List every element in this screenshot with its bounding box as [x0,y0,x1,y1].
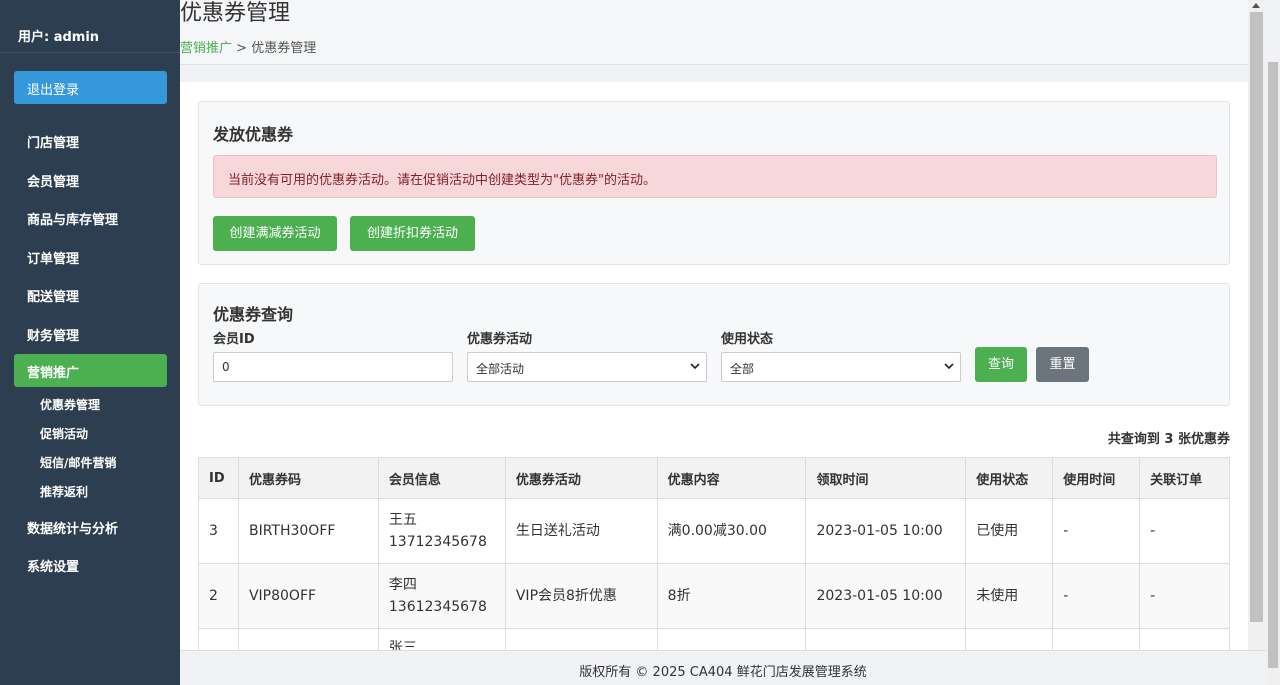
cell-activity: VIP会员8折优惠 [504,563,658,629]
cell-member: 张三 [377,628,506,650]
cell-time [805,628,967,650]
activity-label: 优惠券活动 [467,332,533,347]
member-name: 王五 [388,512,417,528]
create-full-reduce-button[interactable]: 创建满减券活动 [213,216,337,251]
result-count-prefix: 共查询到 [1107,432,1160,447]
sidebar-item-store[interactable]: 门店管理 [0,120,180,159]
result-count-number: 3 [1164,432,1174,447]
cell-order: - [1139,563,1230,629]
sidebar-item-order[interactable]: 订单管理 [0,236,180,275]
cell-used-time: - [1052,563,1141,629]
cell-member: 李四 13612345678 [377,563,506,629]
cell-id: 2 [198,563,239,629]
cell-code [237,628,379,650]
chevron-down-icon [690,363,700,370]
cell-id: 3 [198,498,239,564]
column-header-used-time: 使用时间 [1052,457,1141,499]
breadcrumb-current: 优惠券管理 [251,41,317,56]
cell-code: VIP80OFF [237,563,379,629]
logout-button[interactable]: 退出登录 [14,71,167,104]
column-header-member: 会员信息 [377,457,506,499]
inner-scrollbar[interactable] [1248,0,1265,650]
status-label: 使用状态 [721,332,774,347]
table-row: 张三 [198,628,1230,650]
cell-content [656,628,807,650]
search-button[interactable]: 查询 [975,347,1027,382]
member-phone: 13612345678 [388,599,487,615]
coupon-query-title: 优惠券查询 [213,305,294,324]
status-select[interactable]: 全部 [721,352,961,382]
cell-status [965,628,1054,650]
page-scroll-thumb[interactable] [1268,62,1278,668]
sidebar-menu: 门店管理 会员管理 商品与库存管理 订单管理 配送管理 财务管理 营销推广 优惠… [0,120,180,583]
sidebar-subitem-referral[interactable]: 推荐返利 [0,477,180,506]
breadcrumb: 营销推广 > 优惠券管理 [180,37,316,56]
cell-code: BIRTH30OFF [237,498,379,564]
column-header-content: 优惠内容 [656,457,807,499]
column-header-status: 使用状态 [965,457,1054,499]
issue-coupon-title: 发放优惠券 [213,125,294,144]
activity-select-value: 全部活动 [476,362,525,376]
sidebar-item-settings[interactable]: 系统设置 [0,544,180,583]
column-header-activity: 优惠券活动 [504,457,658,499]
column-header-id: ID [198,457,239,499]
page-title: 优惠券管理 [180,1,291,26]
cell-activity: 生日送礼活动 [504,498,658,564]
member-name: 李四 [388,577,417,593]
cell-order [1139,628,1230,650]
cell-order: - [1139,498,1230,564]
cell-used-time: - [1052,498,1141,564]
main-content: 发放优惠券 当前没有可用的优惠券活动。请在促销活动中创建类型为"优惠券"的活动。… [180,82,1248,650]
coupon-query-card: 优惠券查询 会员ID 0 优惠券活动 全部活动 使用状态 全部 查询 重置 [198,283,1230,406]
column-header-order: 关联订单 [1139,457,1230,499]
sidebar-subitem-coupon[interactable]: 优惠券管理 [0,390,180,419]
coupon-table: ID 优惠券码 会员信息 优惠券活动 优惠内容 领取时间 使用状态 使用时间 关… [198,457,1230,650]
cell-activity [504,628,658,650]
create-discount-button[interactable]: 创建折扣券活动 [350,216,475,251]
page-header: 优惠券管理 营销推广 > 优惠券管理 [180,0,1248,65]
column-header-time: 领取时间 [805,457,967,499]
cell-time: 2023-01-05 10:00 [805,498,967,564]
sidebar-item-marketing[interactable]: 营销推广 [14,353,167,387]
member-name: 张三 [388,640,417,650]
sidebar: 用户: admin 退出登录 门店管理 会员管理 商品与库存管理 订单管理 配送… [0,0,180,685]
cell-content: 8折 [656,563,807,629]
table-header-row: ID 优惠券码 会员信息 优惠券活动 优惠内容 领取时间 使用状态 使用时间 关… [198,457,1230,499]
scroll-up-icon[interactable] [1252,3,1260,8]
cell-status: 未使用 [965,563,1054,629]
member-id-input[interactable]: 0 [213,352,453,382]
reset-button[interactable]: 重置 [1036,347,1089,382]
sidebar-subitem-sms-email[interactable]: 短信/邮件营销 [0,448,180,477]
sidebar-item-finance[interactable]: 财务管理 [0,313,180,352]
sidebar-item-statistics[interactable]: 数据统计与分析 [0,506,180,545]
inner-scroll-thumb[interactable] [1250,12,1263,622]
table-row: 2 VIP80OFF 李四 13612345678 VIP会员8折优惠 8折 2… [198,563,1230,629]
table-row: 3 BIRTH30OFF 王五 13712345678 生日送礼活动 满0.00… [198,498,1230,564]
no-activity-alert: 当前没有可用的优惠券活动。请在促销活动中创建类型为"优惠券"的活动。 [213,155,1217,198]
status-select-value: 全部 [730,362,755,376]
member-id-label: 会员ID [213,332,255,347]
sidebar-subitem-promotion[interactable]: 促销活动 [0,419,180,448]
member-phone: 13712345678 [388,534,487,550]
cell-id [198,628,239,650]
activity-select[interactable]: 全部活动 [467,352,707,382]
cell-status: 已使用 [965,498,1054,564]
chevron-down-icon [944,363,954,370]
cell-time: 2023-01-05 10:00 [805,563,967,629]
sidebar-item-delivery[interactable]: 配送管理 [0,274,180,313]
cell-member: 王五 13712345678 [377,498,506,564]
cell-content: 满0.00减30.00 [656,498,807,564]
result-count: 共查询到 3 张优惠券 [1108,428,1230,447]
cell-used-time [1052,628,1141,650]
result-count-suffix: 张优惠券 [1177,432,1230,447]
current-user: 用户: admin [0,0,180,53]
footer: 版权所有 © 2025 CA404 鲜花门店发展管理系统 [180,650,1266,685]
breadcrumb-separator: > [236,41,248,56]
sidebar-item-product-inventory[interactable]: 商品与库存管理 [0,197,180,236]
column-header-code: 优惠券码 [237,457,379,499]
breadcrumb-link-marketing[interactable]: 营销推广 [180,41,232,56]
sidebar-item-member[interactable]: 会员管理 [0,159,180,198]
issue-coupon-card: 发放优惠券 当前没有可用的优惠券活动。请在促销活动中创建类型为"优惠券"的活动。… [198,101,1230,265]
